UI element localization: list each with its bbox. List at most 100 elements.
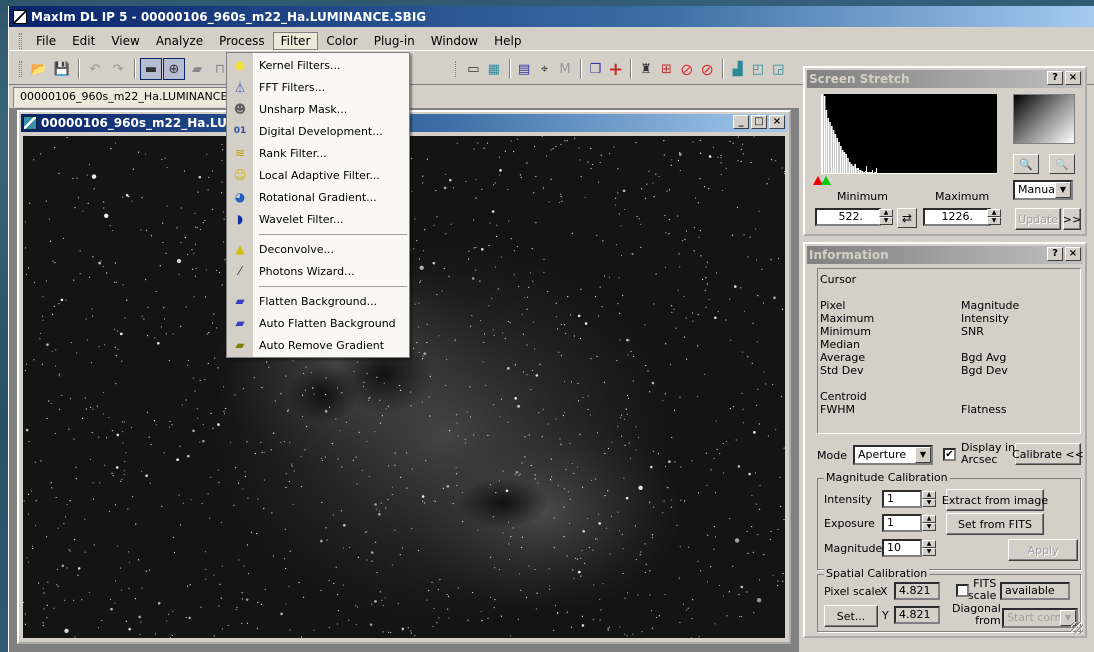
maximum-input[interactable]: 1226. — [923, 208, 991, 226]
minimize-button[interactable]: _ — [733, 115, 749, 129]
maximize-button[interactable]: □ — [751, 115, 767, 129]
menu-item-digital-development[interactable]: 01 Digital Development... — [227, 120, 409, 142]
mode-select[interactable]: Aperture ▼ — [853, 445, 933, 465]
resize-grip[interactable] — [1071, 622, 1083, 634]
magnitude-spinner[interactable]: ▲ ▼ — [922, 540, 936, 556]
zoom-out-button[interactable]: 🔍 — [1049, 154, 1075, 174]
menu-item-kernel-filters[interactable]: ● Kernel Filters... — [227, 54, 409, 76]
information-titlebar[interactable]: Information ? × — [807, 246, 1083, 264]
screen-stretch-titlebar[interactable]: Screen Stretch ? × — [807, 70, 1083, 88]
copy-button[interactable]: ❐ — [586, 58, 605, 80]
star — [446, 593, 448, 596]
menu-plugin[interactable]: Plug-in — [366, 32, 423, 50]
intensity-spinner[interactable]: ▲ ▼ — [922, 491, 936, 507]
star — [591, 163, 594, 166]
histogram[interactable] — [821, 94, 997, 174]
stretch-mode-select[interactable]: Manual ▼ — [1013, 180, 1073, 200]
open-button[interactable]: 📂 — [28, 58, 50, 80]
undo-button[interactable]: ↶ — [84, 58, 106, 80]
menu-item-rotational-gradient[interactable]: ◕ Rotational Gradient... — [227, 186, 409, 208]
close-button[interactable]: × — [1065, 247, 1081, 261]
intensity-input[interactable]: 1 — [882, 490, 922, 508]
minimum-input[interactable]: 522. — [815, 208, 881, 226]
menu-file[interactable]: File — [28, 32, 64, 50]
brush-button[interactable]: ♜ — [636, 58, 655, 80]
menu-item-auto-remove-gradient[interactable]: ▰ Auto Remove Gradient — [227, 334, 409, 356]
toolbar-grip[interactable] — [19, 61, 22, 77]
document-tab[interactable]: 00000106_960s_m22_Ha.LUMINANCE.SBIG — [13, 87, 235, 107]
tile-button[interactable]: ◲ — [769, 58, 788, 80]
star — [410, 632, 412, 634]
menu-process[interactable]: Process — [211, 32, 273, 50]
graph-button[interactable]: ▟ — [728, 58, 747, 80]
save-button[interactable]: 💾 — [51, 58, 73, 80]
toolbar-grip[interactable] — [455, 61, 458, 77]
menu-item-unsharp-mask[interactable]: ☻ Unsharp Mask... — [227, 98, 409, 120]
cascade-button[interactable]: ◰ — [748, 58, 767, 80]
multi-ruler-button[interactable]: ▦ — [484, 58, 503, 80]
menu-item-auto-flatten-background[interactable]: ▰ Auto Flatten Background — [227, 312, 409, 334]
apply-button[interactable]: Apply — [1008, 539, 1078, 561]
remove-stripes-button[interactable]: ⊘ — [677, 58, 696, 80]
camera-button[interactable]: ▰ — [186, 58, 208, 80]
max-marker[interactable] — [821, 176, 831, 185]
menu-item-fft-filters[interactable]: ⏃ FFT Filters... — [227, 76, 409, 98]
intensity-label: Intensity — [961, 312, 1009, 325]
menu-analyze[interactable]: Analyze — [148, 32, 211, 50]
point-measure-button[interactable]: ⌖ — [535, 58, 554, 80]
crop-button[interactable]: ⊞ — [657, 58, 676, 80]
menu-filter[interactable]: Filter — [272, 31, 319, 50]
minimum-spinner[interactable]: ▲ ▼ — [879, 209, 893, 225]
expand-button[interactable]: >> — [1063, 208, 1081, 230]
zoom-in-button[interactable]: 🔍 — [1013, 154, 1039, 174]
extract-from-image-button[interactable]: Extract from image — [942, 489, 1048, 511]
menu-item-rank-filter[interactable]: ≋ Rank Filter... — [227, 142, 409, 164]
display-arcsec-checkbox[interactable]: ✔ — [943, 448, 956, 461]
remove-corner-button[interactable]: ⊘ — [698, 58, 717, 80]
screen-stretch-toggle[interactable]: ▬ — [140, 58, 162, 80]
close-button[interactable]: × — [1065, 71, 1081, 85]
help-button[interactable]: ? — [1047, 71, 1063, 85]
swap-button[interactable]: ⇄ — [897, 208, 917, 228]
menu-help[interactable]: Help — [486, 32, 529, 50]
exposure-input[interactable]: 1 — [882, 514, 922, 532]
star — [437, 588, 439, 591]
menu-view[interactable]: View — [103, 32, 147, 50]
exposure-spinner[interactable]: ▲ ▼ — [922, 515, 936, 531]
set-scale-button[interactable]: Set... — [824, 605, 878, 627]
menu-item-flatten-background[interactable]: ▰ Flatten Background... — [227, 290, 409, 312]
help-button[interactable]: ? — [1047, 247, 1063, 261]
star — [671, 436, 673, 439]
magnitude-input[interactable]: 10 — [882, 539, 922, 557]
close-button[interactable]: × — [769, 115, 785, 129]
menu-color[interactable]: Color — [318, 32, 365, 50]
menu-window[interactable]: Window — [423, 32, 486, 50]
calibrate-button[interactable]: Calibrate << — [1012, 443, 1084, 465]
crosshair-button[interactable]: + — [606, 58, 625, 80]
menu-item-deconvolve[interactable]: ▲ Deconvolve... — [227, 238, 409, 260]
pixel-scale-y-input[interactable]: 4.821 — [894, 606, 940, 624]
set-from-fits-button[interactable]: Set from FITS — [946, 513, 1044, 535]
menu-item-photons-wizard[interactable]: ⁄ Photons Wizard... — [227, 260, 409, 282]
star — [577, 314, 581, 318]
measure-doc-button[interactable]: ▤ — [515, 58, 534, 80]
update-button[interactable]: Update — [1015, 208, 1061, 230]
star — [560, 193, 562, 195]
menu-item-local-adaptive-filter[interactable]: ☺ Local Adaptive Filter... — [227, 164, 409, 186]
menubar-grip[interactable] — [19, 32, 22, 49]
chevron-down-icon[interactable]: ▼ — [1055, 182, 1071, 198]
pixel-scale-x-input[interactable]: 4.821 — [894, 582, 940, 600]
menu-edit[interactable]: Edit — [64, 32, 103, 50]
star — [481, 248, 484, 251]
chevron-down-icon[interactable]: ▼ — [915, 447, 931, 463]
information-toggle[interactable]: ⊕ — [163, 58, 185, 80]
m-ruler-button[interactable]: M — [555, 58, 574, 80]
maximum-spinner[interactable]: ▲ ▼ — [987, 209, 1001, 225]
redo-button[interactable]: ↷ — [107, 58, 129, 80]
diagonal-from-select[interactable]: Start corner ▼ — [1002, 608, 1078, 628]
menu-item-wavelet-filter[interactable]: ◗ Wavelet Filter... — [227, 208, 409, 230]
star — [677, 159, 680, 162]
star — [607, 447, 610, 450]
ruler-button[interactable]: ▭ — [464, 58, 483, 80]
histogram-markers[interactable] — [813, 176, 831, 185]
